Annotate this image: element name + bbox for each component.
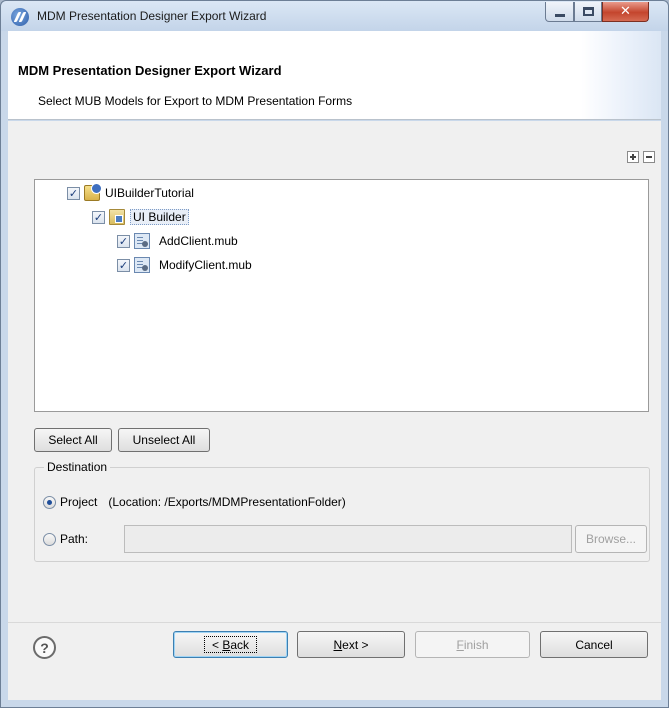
project-location: (Location: /Exports/MDMPresentationFolde…	[108, 495, 346, 509]
back-label-rest: ack	[230, 637, 250, 652]
wizard-description: Select MUB Models for Export to MDM Pres…	[38, 94, 353, 108]
unselect-all-button[interactable]: Unselect All	[118, 428, 210, 452]
mub-file-icon	[134, 257, 150, 273]
path-option[interactable]: Path:	[43, 532, 88, 546]
tree-item-label: UI Builder	[130, 209, 189, 225]
tree-item-file[interactable]: ✓ ModifyClient.mub	[117, 256, 252, 274]
close-button[interactable]: ✕	[602, 2, 649, 22]
file-checkbox[interactable]: ✓	[117, 258, 130, 272]
select-all-button[interactable]: Select All	[34, 428, 112, 452]
path-radio[interactable]	[43, 532, 56, 546]
minimize-icon	[554, 14, 565, 17]
finish-button[interactable]: Finish	[415, 631, 530, 658]
maximize-icon	[582, 7, 594, 16]
tree-toolbar	[627, 151, 655, 163]
wizard-footer: ? < Back Next > Finish Cancel	[8, 622, 661, 700]
tree-item-project[interactable]: ✓ UIBuilderTutorial	[67, 183, 194, 202]
finish-mnemonic: F	[456, 637, 464, 652]
browse-button[interactable]: Browse...	[575, 525, 647, 553]
project-label: Project	[60, 495, 98, 509]
wizard-content: ✓ UIBuilderTutorial ✓ UI Builder ✓ AddCl…	[8, 121, 661, 622]
destination-legend: Destination	[44, 460, 111, 474]
back-prefix: <	[211, 637, 223, 652]
header-banner-graphic	[581, 31, 661, 119]
maximize-button[interactable]	[574, 2, 602, 22]
file-checkbox[interactable]: ✓	[117, 234, 130, 248]
window-title: MDM Presentation Designer Export Wizard	[37, 9, 267, 23]
folder-checkbox[interactable]: ✓	[92, 210, 105, 224]
expand-all-icon[interactable]	[627, 151, 639, 163]
tree-item-file[interactable]: ✓ AddClient.mub	[117, 232, 238, 250]
title-bar[interactable]: MDM Presentation Designer Export Wizard …	[1, 1, 668, 31]
wizard-window: MDM Presentation Designer Export Wizard …	[0, 0, 669, 708]
app-icon	[11, 8, 29, 26]
project-icon	[84, 183, 102, 201]
tree-item-folder[interactable]: ✓ UI Builder	[92, 208, 189, 226]
next-mnemonic: N	[333, 637, 343, 652]
back-button[interactable]: < Back	[173, 631, 288, 658]
path-label: Path:	[60, 532, 89, 546]
tree-item-label: AddClient.mub	[159, 234, 238, 248]
tree-item-label: UIBuilderTutorial	[105, 186, 194, 200]
help-icon[interactable]: ?	[33, 636, 56, 659]
finish-label-rest: inish	[463, 637, 489, 652]
folder-icon	[109, 209, 125, 225]
project-checkbox[interactable]: ✓	[67, 186, 80, 200]
close-icon: ✕	[620, 4, 631, 19]
tree-item-label: ModifyClient.mub	[159, 258, 252, 272]
next-button[interactable]: Next >	[297, 631, 405, 658]
project-radio[interactable]	[43, 495, 56, 509]
destination-group: Destination Project (Location: /Exports/…	[34, 460, 650, 562]
project-option[interactable]: Project (Location: /Exports/MDMPresentat…	[43, 495, 346, 509]
next-label-rest: ext >	[342, 637, 369, 652]
wizard-title: MDM Presentation Designer Export Wizard	[18, 63, 282, 78]
mub-file-icon	[134, 233, 150, 249]
back-mnemonic: B	[222, 637, 231, 652]
cancel-button[interactable]: Cancel	[540, 631, 648, 658]
path-input[interactable]	[124, 525, 572, 553]
minimize-button[interactable]	[545, 2, 574, 22]
wizard-header: MDM Presentation Designer Export Wizard …	[8, 31, 661, 120]
collapse-all-icon[interactable]	[643, 151, 655, 163]
model-tree[interactable]: ✓ UIBuilderTutorial ✓ UI Builder ✓ AddCl…	[34, 179, 649, 412]
